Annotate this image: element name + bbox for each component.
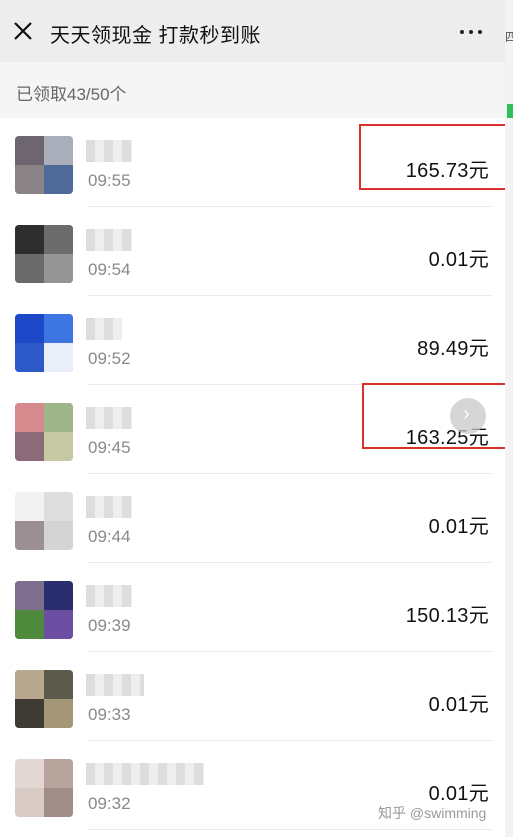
- top-bar: 天天领现金 打款秒到账: [0, 0, 505, 62]
- more-options-icon[interactable]: [456, 22, 486, 42]
- avatar: [15, 670, 73, 728]
- user-name-blurred: [86, 496, 132, 518]
- page-title: 天天领现金 打款秒到账: [50, 25, 262, 47]
- claim-amount: 0.01元: [428, 249, 489, 271]
- user-name-blurred: [86, 763, 204, 785]
- watermark: 知乎 @swimming: [378, 805, 487, 821]
- claim-amount: 150.13元: [405, 605, 489, 627]
- claimed-summary: 已领取43/50个: [0, 62, 505, 118]
- user-name-blurred: [86, 140, 132, 162]
- highlight-box-amount-2: [362, 383, 511, 449]
- claim-amount: 0.01元: [428, 516, 489, 538]
- highlight-box-amount-1: [359, 124, 511, 190]
- avatar: [15, 759, 73, 817]
- background-window-text: 四: [505, 30, 513, 44]
- claim-amount: 0.01元: [428, 783, 489, 805]
- claim-time: 09:33: [88, 705, 131, 724]
- claim-time: 09:32: [88, 794, 131, 813]
- background-window-edge: 四: [505, 0, 513, 837]
- list-item[interactable]: 09:44 0.01元: [0, 474, 505, 563]
- red-packet-detail-page: 天天领现金 打款秒到账 已领取43/50个 09:55 165.73元 09:5…: [0, 0, 511, 837]
- list-item[interactable]: 09:54 0.01元: [0, 207, 505, 296]
- claim-time: 09:54: [88, 260, 131, 279]
- avatar: [15, 581, 73, 639]
- list-item[interactable]: 09:33 0.01元: [0, 652, 505, 741]
- avatar: [15, 314, 73, 372]
- avatar: [15, 492, 73, 550]
- list-item[interactable]: 09:52 89.49元: [0, 296, 505, 385]
- claim-amount: 0.01元: [428, 694, 489, 716]
- close-icon[interactable]: [12, 20, 34, 42]
- claim-time: 09:45: [88, 438, 131, 457]
- avatar: [15, 136, 73, 194]
- user-name-blurred: [86, 229, 132, 251]
- user-name-blurred: [86, 318, 122, 340]
- user-name-blurred: [86, 674, 144, 696]
- claim-time: 09:52: [88, 349, 131, 368]
- claim-amount: 89.49元: [417, 338, 489, 360]
- claim-time: 09:55: [88, 171, 131, 190]
- background-green-marker: [507, 104, 513, 118]
- user-name-blurred: [86, 585, 132, 607]
- claim-time: 09:44: [88, 527, 131, 546]
- list-item[interactable]: 09:39 150.13元: [0, 563, 505, 652]
- claimed-count-text: 已领取43/50个: [16, 85, 127, 104]
- row-divider: [88, 829, 493, 830]
- user-name-blurred: [86, 407, 132, 429]
- avatar: [15, 225, 73, 283]
- claim-time: 09:39: [88, 616, 131, 635]
- avatar: [15, 403, 73, 461]
